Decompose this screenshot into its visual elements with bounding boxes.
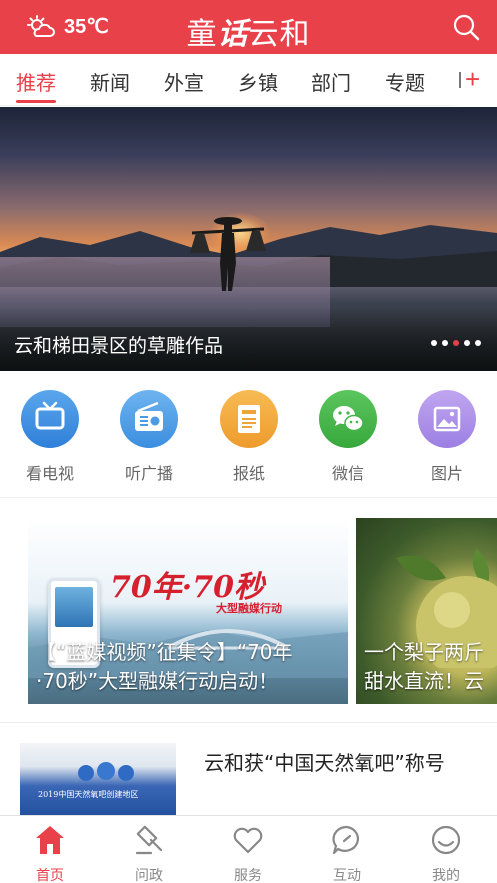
quick-link-label: 报纸 (232, 464, 265, 483)
feature-card-carousel: 70年·70秒 大型融媒行动 【“蓝媒视频”征集令】“70年 ·70秒”大型融媒… (0, 518, 497, 704)
quick-link-label: 看电视 (25, 464, 74, 483)
heart-icon (233, 827, 263, 854)
gavel-icon (135, 825, 163, 855)
carousel-dot[interactable] (442, 340, 448, 346)
category-tabs: 推荐 新闻 外宣 乡镇 部门 专题 + (0, 54, 497, 106)
news-thumbnail: 2019中国天然氧吧创建地区 (20, 743, 176, 821)
active-tab-indicator (16, 100, 56, 103)
nav-label: 服务 (234, 868, 262, 883)
carousel-dots[interactable] (431, 340, 481, 346)
radio-icon (120, 390, 178, 448)
tab-recommend[interactable]: 推荐 (16, 67, 56, 96)
logo-char-tong: 童 (186, 17, 218, 52)
quick-links: 看电视 听广播 报纸 微信 图片 (0, 372, 497, 498)
logo-char-yunhe: 云和 (248, 17, 311, 52)
chat-bubble-icon (332, 825, 359, 855)
app-logo: 童话云和 (0, 9, 497, 53)
wechat-icon (319, 390, 377, 448)
quick-link-wechat[interactable]: 微信 (308, 390, 388, 484)
nav-inquiry[interactable]: 问政 (109, 822, 189, 883)
smiley-face-icon (431, 825, 461, 855)
quick-link-radio[interactable]: 听广播 (109, 390, 189, 484)
feature-card-title: 一个梨子两斤 甜水直流！云 (364, 638, 484, 696)
tab-news[interactable]: 新闻 (90, 67, 130, 96)
nav-home[interactable]: 首页 (10, 822, 90, 883)
feature-card-title-line: ·70秒”大型融媒行动启动！ (36, 669, 279, 693)
thumb-banner-text: 2019中国天然氧吧创建地区 (38, 790, 139, 799)
search-icon[interactable] (451, 12, 481, 42)
carousel-dot-active[interactable] (453, 340, 459, 346)
feature-card[interactable]: 一个梨子两斤 甜水直流！云 (356, 518, 497, 704)
carousel-dot[interactable] (464, 340, 470, 346)
feature-card[interactable]: 70年·70秒 大型融媒行动 【“蓝媒视频”征集令】“70年 ·70秒”大型融媒… (28, 518, 348, 704)
add-channel-button[interactable]: + (449, 54, 497, 106)
quick-link-label: 图片 (430, 464, 463, 483)
news-list-item[interactable]: 2019中国天然氧吧创建地区 云和获“中国天然氧吧”称号 (0, 722, 497, 822)
carousel-dot[interactable] (431, 340, 437, 346)
banner-carousel[interactable]: 云和梯田景区的草雕作品 (0, 107, 497, 371)
bottom-navigation: 首页 问政 服务 互动 我的 (0, 815, 497, 883)
quick-link-newspaper[interactable]: 报纸 (209, 390, 289, 484)
plus-icon: + (465, 64, 481, 94)
carousel-dot[interactable] (475, 340, 481, 346)
logo-char-hua: 话 (217, 17, 249, 52)
nav-interaction[interactable]: 互动 (307, 822, 387, 883)
nav-label: 互动 (333, 868, 361, 883)
app-header: 35℃ 童话云和 (0, 0, 497, 54)
quick-link-label: 微信 (331, 464, 364, 483)
home-icon (36, 826, 64, 854)
feature-card-title-line: 一个梨子两斤 (364, 640, 484, 664)
tab-external[interactable]: 外宣 (164, 67, 204, 96)
news-title: 云和获“中国天然氧吧”称号 (204, 751, 445, 775)
feature-card-title-line: 甜水直流！云 (364, 669, 484, 693)
quick-link-label: 听广播 (124, 464, 173, 483)
poster-subline: 大型融媒行动 (216, 602, 282, 615)
tv-icon (21, 390, 79, 448)
nav-label: 我的 (432, 868, 460, 883)
feature-card-title-line: 【“蓝媒视频”征集令】“70年 (36, 640, 293, 664)
nav-label: 首页 (36, 868, 64, 883)
banner-caption: 云和梯田景区的草雕作品 (14, 335, 224, 357)
nav-service[interactable]: 服务 (208, 822, 288, 883)
flags-illustration (78, 762, 134, 781)
quick-link-pictures[interactable]: 图片 (407, 390, 487, 484)
nav-label: 问政 (135, 868, 163, 883)
tab-topics[interactable]: 专题 (385, 67, 425, 96)
quick-link-tv[interactable]: 看电视 (10, 390, 90, 484)
newspaper-icon (220, 390, 278, 448)
image-icon (418, 390, 476, 448)
divider (459, 72, 461, 88)
tab-townships[interactable]: 乡镇 (238, 67, 278, 96)
feature-card-title: 【“蓝媒视频”征集令】“70年 ·70秒”大型融媒行动启动！ (36, 638, 293, 696)
farmer-sculpture-illustration (190, 217, 266, 291)
tab-departments[interactable]: 部门 (311, 67, 351, 96)
nav-profile[interactable]: 我的 (406, 822, 486, 883)
